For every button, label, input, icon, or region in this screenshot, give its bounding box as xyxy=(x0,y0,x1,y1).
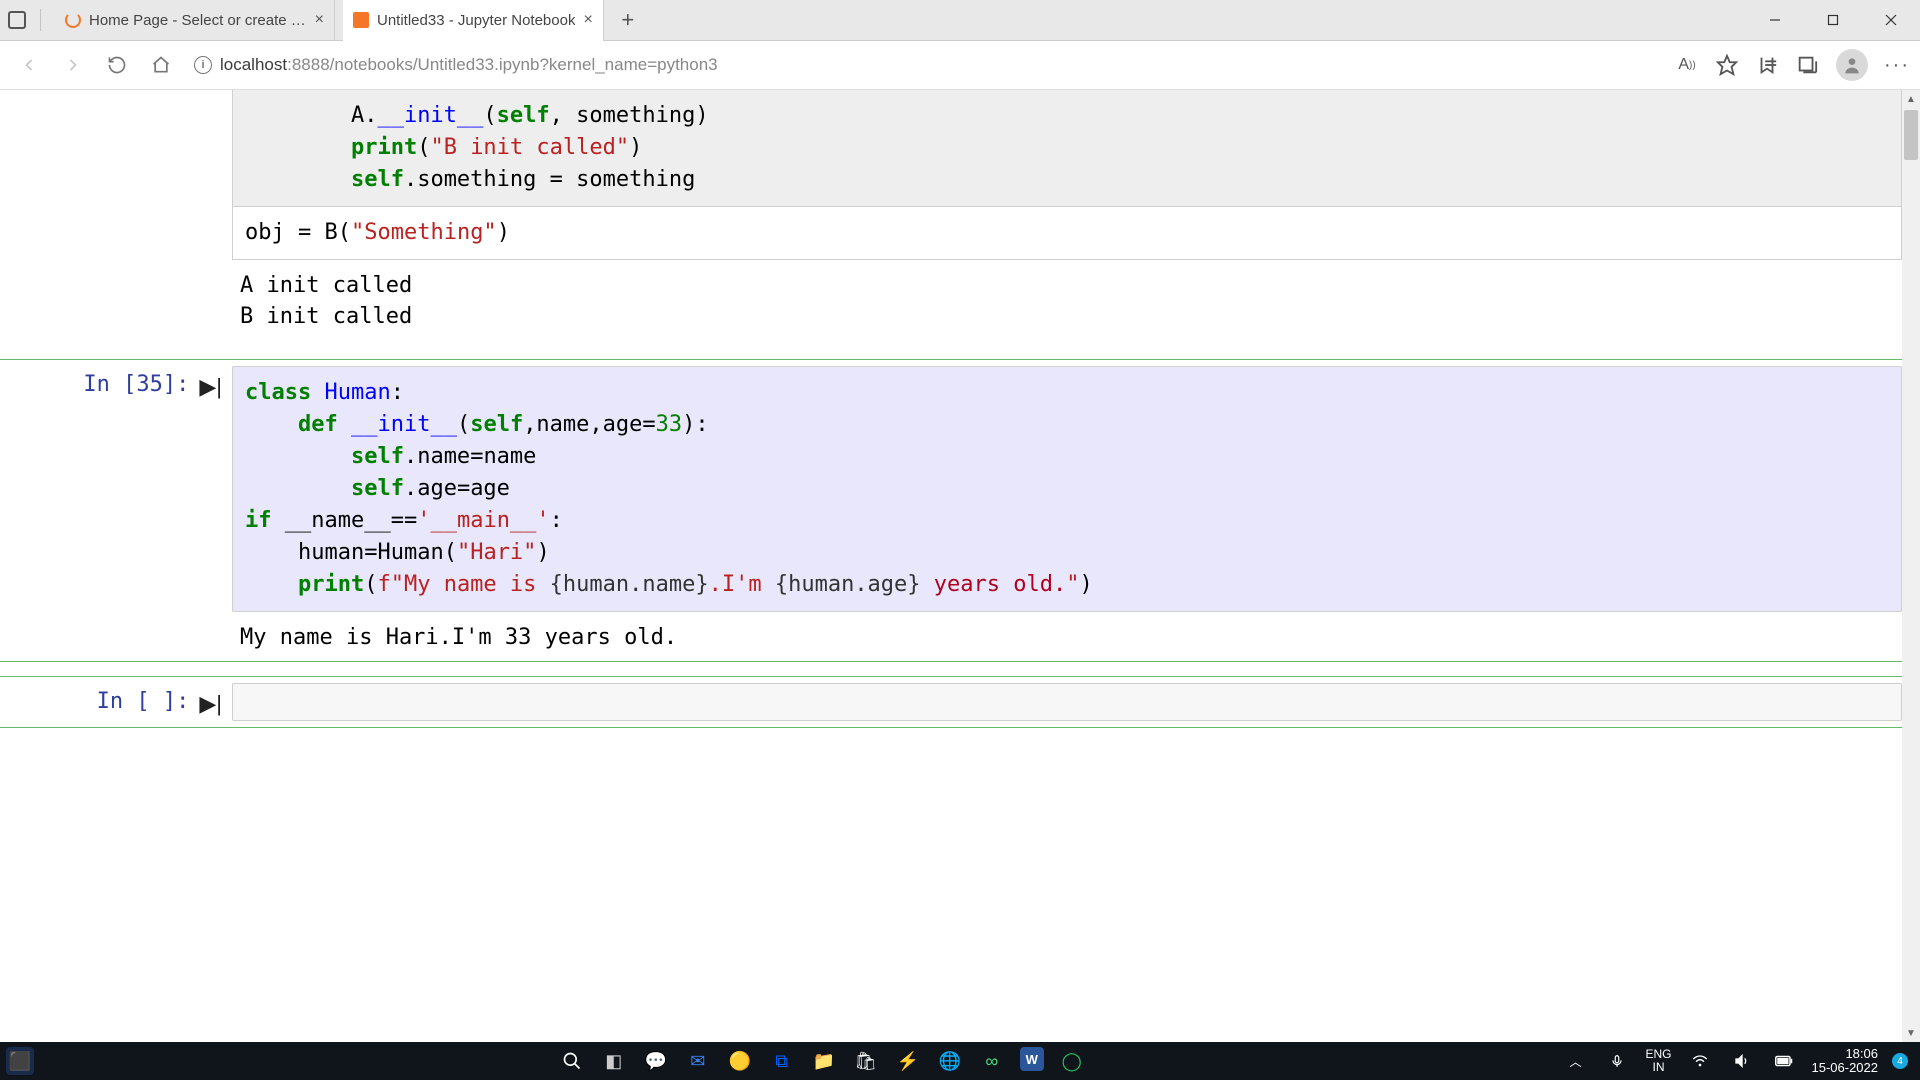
url-host: localhost xyxy=(220,55,287,74)
webex-icon[interactable]: ∞ xyxy=(978,1047,1006,1075)
mail-app-icon[interactable]: ✉ xyxy=(684,1047,712,1075)
word-icon[interactable]: W xyxy=(1020,1047,1044,1071)
home-button[interactable] xyxy=(144,48,178,82)
window-maximize-button[interactable] xyxy=(1804,0,1862,41)
refresh-button[interactable] xyxy=(100,48,134,82)
browser-tab-notebook[interactable]: Untitled33 - Jupyter Notebook × xyxy=(343,0,604,41)
favorites-list-icon[interactable] xyxy=(1756,54,1778,76)
chat-app-icon[interactable]: 💬 xyxy=(642,1047,670,1075)
scroll-up-arrow-icon[interactable]: ▲ xyxy=(1902,90,1920,108)
tab-label: Untitled33 - Jupyter Notebook xyxy=(377,12,575,29)
site-info-icon[interactable]: i xyxy=(194,56,212,74)
file-explorer-icon[interactable]: 📁 xyxy=(810,1047,838,1075)
battery-icon[interactable] xyxy=(1770,1047,1798,1075)
dropbox-icon[interactable]: ⧉ xyxy=(768,1047,796,1075)
vertical-scrollbar[interactable]: ▲ ▼ xyxy=(1902,90,1920,1042)
window-minimize-button[interactable] xyxy=(1746,0,1804,41)
windows-taskbar: ⬛ ◧ 💬 ✉ 🟡 ⧉ 📁 🛍 ⚡ 🌐 ∞ W ◯ ︿ ENGIN 18:061… xyxy=(0,1042,1920,1080)
profile-avatar[interactable] xyxy=(1836,49,1868,81)
start-button[interactable] xyxy=(516,1047,544,1075)
microphone-icon[interactable] xyxy=(1603,1047,1631,1075)
code-input-area[interactable] xyxy=(232,683,1902,721)
browser-titlebar: Home Page - Select or create a n × Untit… xyxy=(0,0,1920,41)
run-cell-icon[interactable]: ▶| xyxy=(199,691,222,717)
scrollbar-thumb[interactable] xyxy=(1904,110,1918,160)
code-input-area[interactable]: A.__init__(self, something) print("B ini… xyxy=(232,90,1902,207)
code-cell-selected[interactable]: In [35]: ▶| class Human: def __init__(se… xyxy=(0,359,1902,662)
ms-store-icon[interactable]: 🛍 xyxy=(852,1047,880,1075)
clock[interactable]: 18:0615-06-2022 xyxy=(1812,1047,1879,1076)
edge-icon[interactable]: 🌐 xyxy=(936,1047,964,1075)
close-tab-icon[interactable]: × xyxy=(315,11,324,29)
tab-label: Home Page - Select or create a n xyxy=(89,12,307,29)
tab-overview-icon[interactable] xyxy=(8,11,26,29)
terminal-icon[interactable]: ⚡ xyxy=(894,1047,922,1075)
pycharm-icon[interactable]: ◯ xyxy=(1058,1047,1086,1075)
divider xyxy=(40,9,41,31)
forward-button[interactable] xyxy=(56,48,90,82)
notebook-viewport: A.__init__(self, something) print("B ini… xyxy=(0,90,1902,1042)
browser-tab-home[interactable]: Home Page - Select or create a n × xyxy=(55,0,335,41)
scroll-down-arrow-icon[interactable]: ▼ xyxy=(1902,1024,1920,1042)
cell-output: My name is Hari.I'm 33 years old. xyxy=(232,612,1902,656)
wifi-icon[interactable] xyxy=(1686,1047,1714,1075)
url-path: :8888/notebooks/Untitled33.ipynb?kernel_… xyxy=(287,55,718,74)
code-cell[interactable]: A.__init__(self, something) print("B ini… xyxy=(0,90,1902,341)
notification-badge[interactable]: 4 xyxy=(1892,1053,1908,1069)
run-cell-icon[interactable]: ▶| xyxy=(199,374,222,400)
close-tab-icon[interactable]: × xyxy=(583,11,592,29)
code-cell-empty[interactable]: In [ ]: ▶| xyxy=(0,676,1902,728)
jupyter-notebook-icon xyxy=(353,12,369,28)
chrome-icon[interactable]: 🟡 xyxy=(726,1047,754,1075)
more-menu-icon[interactable]: ··· xyxy=(1886,54,1908,76)
favorite-icon[interactable] xyxy=(1716,54,1738,76)
new-tab-button[interactable]: + xyxy=(612,7,644,33)
language-indicator[interactable]: ENGIN xyxy=(1645,1048,1671,1074)
read-aloud-icon[interactable]: A)) xyxy=(1676,54,1698,76)
browser-toolbar: i localhost:8888/notebooks/Untitled33.ip… xyxy=(0,41,1920,90)
search-icon[interactable] xyxy=(558,1047,586,1075)
cell-prompt: In [ ]: xyxy=(97,689,190,714)
volume-icon[interactable] xyxy=(1728,1047,1756,1075)
back-button[interactable] xyxy=(12,48,46,82)
window-close-button[interactable] xyxy=(1862,0,1920,41)
code-input-area[interactable]: class Human: def __init__(self,name,age=… xyxy=(232,366,1902,611)
cell-prompt: In [35]: xyxy=(83,372,189,397)
jupyter-home-icon xyxy=(65,12,81,28)
code-input-area[interactable]: obj = B("Something") xyxy=(232,207,1902,260)
address-bar[interactable]: i localhost:8888/notebooks/Untitled33.ip… xyxy=(188,55,1666,75)
task-view-icon[interactable]: ◧ xyxy=(600,1047,628,1075)
widgets-icon[interactable]: ⬛ xyxy=(6,1047,34,1075)
cell-output: A init called B init called xyxy=(232,260,1902,336)
tray-expand-icon[interactable]: ︿ xyxy=(1561,1047,1589,1075)
collections-icon[interactable] xyxy=(1796,54,1818,76)
